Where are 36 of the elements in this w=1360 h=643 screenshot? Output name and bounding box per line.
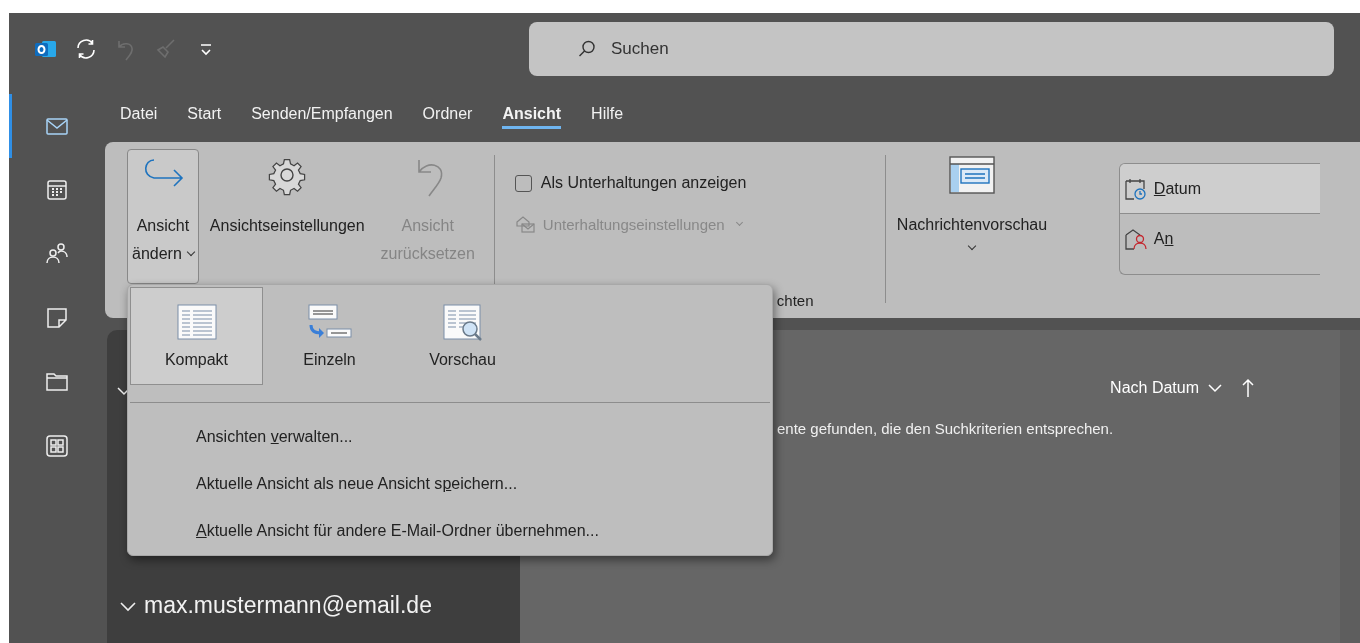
calendar-icon [44,177,70,203]
conversations-checkbox[interactable]: Als Unterhaltungen anzeigen [514,174,871,192]
group-label: chten [776,292,815,309]
view-option[interactable]: Vorschau [396,287,529,385]
menu-tab[interactable]: Ansicht [502,98,562,129]
calendar-clock-icon [1123,176,1148,201]
view-button[interactable]: Ansicht ändern [127,149,199,284]
empty-message: ente gefunden, die den Suchkriterien entsprechen. [777,420,1115,437]
envelope-icon [514,214,537,234]
arrangement-option[interactable]: An [1119,214,1320,264]
view-option[interactable]: Einzeln [263,287,396,385]
search-icon [577,39,597,59]
sync-icon[interactable] [74,37,98,61]
view-option[interactable]: Kompakt [130,287,263,385]
checkbox-label: Als Unterhaltungen anzeigen [540,174,747,192]
checkbox[interactable] [514,174,532,192]
arrangement-option[interactable]: Datum [1119,164,1320,214]
envelope-person-icon [1123,227,1148,251]
menu-tab[interactable]: Datei [120,98,158,129]
search-field[interactable]: Suchen [529,22,1334,76]
menu-tab[interactable]: Ordner [422,98,473,129]
sort-button[interactable]: Nach Datum [1110,379,1222,397]
menu-item[interactable]: Aktuelle Ansicht als neue Ansicht speichern... [130,460,518,507]
menu-tab[interactable]: Hilfe [591,98,624,129]
message-preview-button[interactable]: Nachrichtenvorschau [892,149,1052,284]
menu-item[interactable]: Ansichten verwalten... [130,413,353,460]
apps-icon [44,433,70,459]
account-folder[interactable]: max.mustermann@email.de [107,592,432,619]
note-icon [44,305,70,331]
view-button[interactable]: Ansichtseinstellungen [204,149,370,284]
menu-item[interactable]: Aktuelle Ansicht für andere E-Mail-Ordner übernehmen... [130,507,599,554]
sort-direction-icon[interactable] [1242,378,1254,398]
chevron-icon [1208,383,1222,393]
menu-tab[interactable]: Senden/Empfangen [251,98,393,129]
menu-tab[interactable]: Start [187,98,222,129]
chevron-icon [120,599,136,612]
